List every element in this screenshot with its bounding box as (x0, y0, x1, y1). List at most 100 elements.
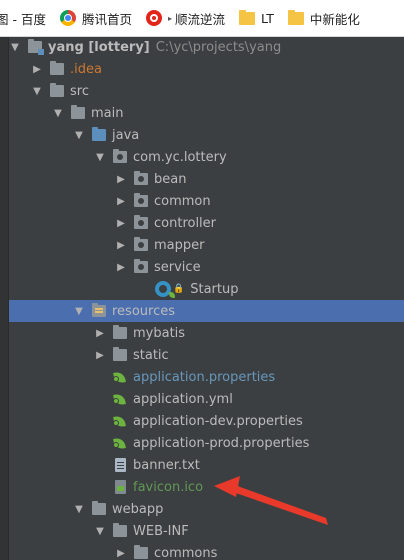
tree-item-webinf[interactable]: ▼ WEB-INF (8, 520, 404, 542)
text-file-icon (115, 458, 126, 472)
project-name: yang [lottery] (48, 39, 150, 55)
tree-item-webapp[interactable]: ▼ webapp (8, 498, 404, 520)
bookmarks-bar: 图 - 百度 腾讯首页 ▸ 顺流逆流 LT 中新能化 (0, 0, 404, 37)
tree-item-src[interactable]: ▼ src (8, 80, 404, 102)
source-folder-icon (92, 127, 106, 141)
tree-item-mapper[interactable]: ▶ mapper (8, 234, 404, 256)
folder-icon (50, 83, 64, 97)
tree-item-label: WEB-INF (133, 523, 189, 539)
image-file-icon (115, 480, 126, 494)
package-icon (134, 193, 148, 207)
project-path: C:\yc\projects\yang (155, 39, 282, 55)
bookmark-label: 腾讯首页 (81, 11, 132, 27)
tree-item-application-dev[interactable]: ▶ application-dev.properties (8, 410, 404, 432)
folder-icon (134, 545, 148, 559)
tree-item-label: Startup (190, 281, 239, 297)
collapse-arrow-icon[interactable]: ▶ (93, 348, 107, 362)
folder-icon (50, 61, 64, 75)
spring-config-icon (113, 392, 127, 406)
folder-icon (287, 9, 304, 25)
bookmark-label: 图 - 百度 (0, 11, 46, 27)
collapse-arrow-icon[interactable]: ▶ (114, 546, 128, 560)
tree-item-label: mapper (154, 237, 205, 253)
package-icon (113, 149, 127, 163)
package-icon (134, 215, 148, 229)
expand-arrow-icon[interactable]: ▼ (72, 128, 86, 142)
tree-item-idea[interactable]: ▶ .idea (8, 58, 404, 80)
tree-item-label: java (112, 127, 140, 143)
tree-item-startup[interactable]: ▶ 🔒 Startup (8, 278, 404, 300)
collapse-arrow-icon[interactable]: ▶ (114, 194, 128, 208)
tree-item-project-root[interactable]: ▼ yang [lottery] C:\yc\projects\yang (8, 37, 404, 58)
collapse-arrow-icon[interactable]: ▶ (114, 238, 128, 252)
tree-item-label: common (154, 193, 211, 209)
folder-icon (113, 347, 127, 361)
package-icon (134, 259, 148, 273)
tree-item-label: mybatis (133, 325, 186, 341)
tree-gutter (0, 37, 9, 560)
collapse-arrow-icon[interactable]: ▶ (114, 216, 128, 230)
tree-item-label: main (91, 105, 124, 121)
bookmark-shunliu[interactable]: ▸ 顺流逆流 (145, 0, 226, 36)
folder-icon (113, 523, 127, 537)
tree-item-label: service (154, 259, 201, 275)
expand-arrow-icon[interactable]: ▼ (93, 150, 107, 164)
bookmark-baidu[interactable]: 图 - 百度 (0, 0, 46, 36)
tree-item-service[interactable]: ▶ service (8, 256, 404, 278)
tree-item-bean[interactable]: ▶ bean (8, 168, 404, 190)
package-icon (134, 171, 148, 185)
tree-item-label: webapp (112, 501, 164, 517)
bookmark-tencent[interactable]: 腾讯首页 (59, 0, 132, 36)
chrome-icon (59, 10, 76, 26)
tree-item-application-properties[interactable]: ▶ application.properties (8, 366, 404, 388)
tree-item-package[interactable]: ▼ com.yc.lottery (8, 146, 404, 168)
collapse-arrow-icon[interactable]: ▶ (93, 326, 107, 340)
tree-item-label: application.yml (133, 391, 233, 407)
expand-arrow-icon[interactable]: ▼ (51, 106, 65, 120)
tree-item-main[interactable]: ▼ main (8, 102, 404, 124)
tree-item-label: src (70, 83, 89, 99)
collapse-arrow-icon[interactable]: ▶ (30, 62, 44, 76)
tree-item-application-yml[interactable]: ▶ application.yml (8, 388, 404, 410)
folder-icon (113, 325, 127, 339)
spring-config-icon (113, 436, 127, 450)
tree-item-mybatis[interactable]: ▶ mybatis (8, 322, 404, 344)
bookmark-folder-lt[interactable]: LT (239, 0, 274, 36)
project-tree: ▼ yang [lottery] C:\yc\projects\yang ▶ .… (0, 37, 404, 560)
expand-arrow-icon[interactable]: ▼ (72, 304, 86, 318)
spring-boot-class-icon (155, 281, 175, 298)
bookmark-label: 顺流逆流 (175, 11, 226, 27)
folder-icon (239, 9, 256, 25)
tree-item-banner[interactable]: ▶ banner.txt (8, 454, 404, 476)
bookmark-label: 中新能化 (309, 11, 360, 27)
tree-item-resources[interactable]: ▼ resources (8, 300, 404, 322)
circle-icon (145, 10, 162, 26)
tree-item-application-prod[interactable]: ▶ application-prod.properties (8, 432, 404, 454)
tree-item-label: static (133, 347, 169, 363)
tree-item-static[interactable]: ▶ static (8, 344, 404, 366)
tree-item-common[interactable]: ▶ common (8, 190, 404, 212)
folder-icon (71, 105, 85, 119)
tree-item-java[interactable]: ▼ java (8, 124, 404, 146)
tree-item-label: favicon.ico (133, 479, 204, 495)
package-icon (134, 237, 148, 251)
spring-config-icon (113, 370, 127, 384)
tree-item-commons[interactable]: ▶ commons (8, 542, 404, 560)
collapse-arrow-icon[interactable]: ▶ (114, 172, 128, 186)
tree-item-favicon[interactable]: ▶ favicon.ico (8, 476, 404, 498)
tree-item-label: resources (112, 303, 176, 319)
tree-item-label: application-dev.properties (133, 413, 303, 429)
tree-item-label: bean (154, 171, 187, 187)
lock-icon: 🔒 (173, 284, 185, 294)
tree-item-label: com.yc.lottery (133, 149, 227, 165)
collapse-arrow-icon[interactable]: ▶ (114, 260, 128, 274)
expand-arrow-icon[interactable]: ▼ (30, 84, 44, 98)
expand-arrow-icon[interactable]: ▼ (93, 524, 107, 538)
bookmark-prefix: ▸ (167, 13, 172, 23)
tree-item-label: application-prod.properties (133, 435, 310, 451)
bookmark-folder-zhongxin[interactable]: 中新能化 (287, 0, 360, 36)
tree-item-label: .idea (70, 61, 102, 77)
expand-arrow-icon[interactable]: ▼ (8, 40, 22, 54)
tree-item-controller[interactable]: ▶ controller (8, 212, 404, 234)
expand-arrow-icon[interactable]: ▼ (72, 502, 86, 516)
